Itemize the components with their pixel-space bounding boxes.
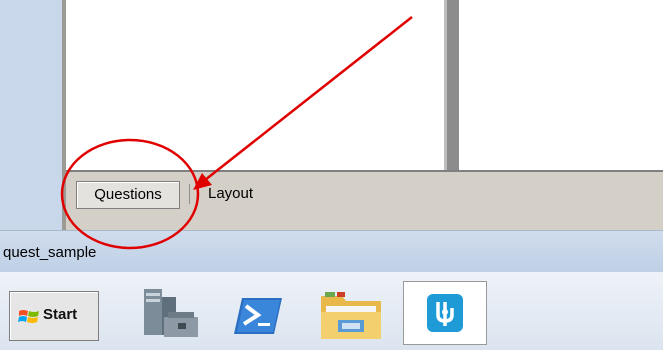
pane-splitter[interactable] (447, 0, 459, 172)
app-glyph-icon (427, 294, 463, 332)
file-explorer-icon[interactable] (318, 288, 384, 342)
status-bar: quest_sample (0, 230, 663, 273)
left-panel (0, 0, 62, 230)
tab-layout[interactable]: Layout (202, 181, 259, 207)
app-icon[interactable] (403, 281, 487, 345)
powershell-icon[interactable] (230, 290, 286, 340)
editor-canvas[interactable] (66, 0, 663, 172)
status-text: quest_sample (3, 244, 97, 261)
tab-separator (189, 184, 190, 204)
start-button[interactable]: Start (9, 291, 99, 341)
server-manager-icon[interactable] (140, 283, 202, 343)
start-label: Start (43, 306, 78, 323)
windows-logo-icon (18, 310, 39, 323)
tab-questions[interactable]: Questions (76, 181, 180, 209)
